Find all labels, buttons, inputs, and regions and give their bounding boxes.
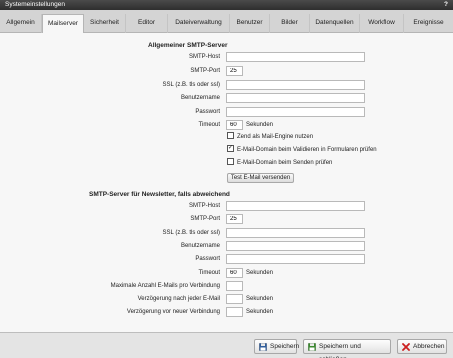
tab-dateiverwaltung[interactable]: Dateiverwaltung [168, 14, 230, 33]
smtp-port-input[interactable] [226, 66, 243, 76]
window-titlebar: Systemeinstellungen ? [0, 0, 453, 10]
send-test-email-button[interactable]: Test E-Mail versenden [227, 173, 294, 183]
tab-bar: Allgemein Mailserver Sicherheit Editor D… [0, 10, 453, 34]
reconnect-delay-label: Verzögerung vor neuer Verbindung [126, 309, 220, 315]
newsletter-password-label: Passwort [195, 256, 220, 262]
tab-allgemein[interactable]: Allgemein [0, 14, 42, 33]
zend-engine-checkbox[interactable] [227, 132, 234, 139]
newsletter-timeout-input[interactable] [226, 268, 243, 278]
smtp-host-input[interactable] [226, 52, 365, 62]
tab-sicherheit[interactable]: Sicherheit [84, 14, 126, 33]
smtp-username-input[interactable] [226, 93, 365, 103]
newsletter-timeout-unit: Sekunden [246, 270, 274, 276]
reconnect-delay-unit: Sekunden [246, 309, 274, 315]
smtp-timeout-label: Timeout [198, 122, 220, 128]
save-button[interactable]: Speichern [254, 339, 300, 354]
newsletter-timeout-label: Timeout [198, 270, 220, 276]
newsletter-ssl-input[interactable] [226, 228, 365, 238]
save-button-label: Speichern [270, 343, 300, 350]
smtp-port-label: SMTP-Port [190, 68, 220, 74]
tab-editor[interactable]: Editor [126, 14, 168, 33]
send-domain-check-checkbox[interactable] [227, 158, 234, 165]
smtp-section-title: Allgemeiner SMTP-Server [148, 42, 228, 49]
smtp-ssl-label: SSL (z.B. tls oder ssl) [162, 82, 220, 88]
delay-per-email-label: Verzögerung nach jeder E-Mail [137, 296, 220, 302]
smtp-ssl-input[interactable] [226, 80, 365, 90]
smtp-password-label: Passwort [195, 109, 220, 115]
window-title: Systemeinstellungen [5, 1, 65, 8]
max-emails-label: Maximale Anzahl E-Mails pro Verbindung [110, 283, 220, 289]
validate-domain-label: E-Mail-Domain beim Validieren in Formula… [237, 147, 377, 154]
newsletter-ssl-label: SSL (z.B. tls oder ssl) [162, 230, 220, 236]
help-button[interactable]: ? [444, 0, 448, 10]
cancel-button[interactable]: Abbrechen [397, 339, 447, 354]
newsletter-host-label: SMTP-Host [188, 203, 220, 209]
tab-workflow[interactable]: Workflow [360, 14, 404, 33]
validate-domain-checkbox[interactable]: ✓ [227, 145, 234, 152]
newsletter-password-input[interactable] [226, 254, 365, 264]
newsletter-port-input[interactable] [226, 214, 243, 224]
smtp-timeout-input[interactable] [226, 120, 243, 130]
newsletter-username-label: Benutzername [180, 243, 220, 249]
tab-benutzer[interactable]: Benutzer [230, 14, 270, 33]
newsletter-host-input[interactable] [226, 201, 365, 211]
tab-datenquellen[interactable]: Datenquellen [310, 14, 360, 33]
newsletter-section-title: SMTP-Server für Newsletter, falls abweic… [89, 191, 230, 198]
save-and-close-label: Speichern und schließen [319, 343, 361, 358]
zend-engine-label: Zend als Mail-Engine nutzen [237, 134, 314, 141]
delay-per-email-unit: Sekunden [246, 296, 274, 302]
smtp-username-label: Benutzername [180, 95, 220, 101]
close-icon [402, 343, 410, 351]
tab-bilder[interactable]: Bilder [270, 14, 310, 33]
smtp-password-input[interactable] [226, 107, 365, 117]
tab-mailserver[interactable]: Mailserver [42, 14, 84, 34]
delay-per-email-input[interactable] [226, 294, 243, 304]
validate-domain-row[interactable]: ✓ E-Mail-Domain beim Validieren in Formul… [227, 145, 377, 155]
save-and-close-button[interactable]: Speichern und schließen [303, 339, 391, 358]
mailserver-settings-panel: Allgemeiner SMTP-Server SMTP-Host SMTP-P… [0, 33, 453, 332]
footer-bar: Speichern Speichern und schließen Abbrec… [0, 332, 453, 358]
smtp-host-label: SMTP-Host [188, 54, 220, 60]
tab-ereignisse[interactable]: Ereignisse [404, 14, 453, 33]
save-close-icon [308, 343, 316, 351]
floppy-disk-icon [259, 343, 267, 351]
send-domain-check-row[interactable]: E-Mail-Domain beim Senden prüfen [227, 158, 333, 168]
reconnect-delay-input[interactable] [226, 307, 243, 317]
send-domain-check-label: E-Mail-Domain beim Senden prüfen [237, 160, 333, 167]
smtp-timeout-unit: Sekunden [246, 122, 274, 128]
zend-engine-row[interactable]: Zend als Mail-Engine nutzen [227, 132, 314, 142]
newsletter-port-label: SMTP-Port [190, 216, 220, 222]
cancel-button-label: Abbrechen [413, 343, 445, 350]
max-emails-input[interactable] [226, 281, 243, 291]
newsletter-username-input[interactable] [226, 241, 365, 251]
